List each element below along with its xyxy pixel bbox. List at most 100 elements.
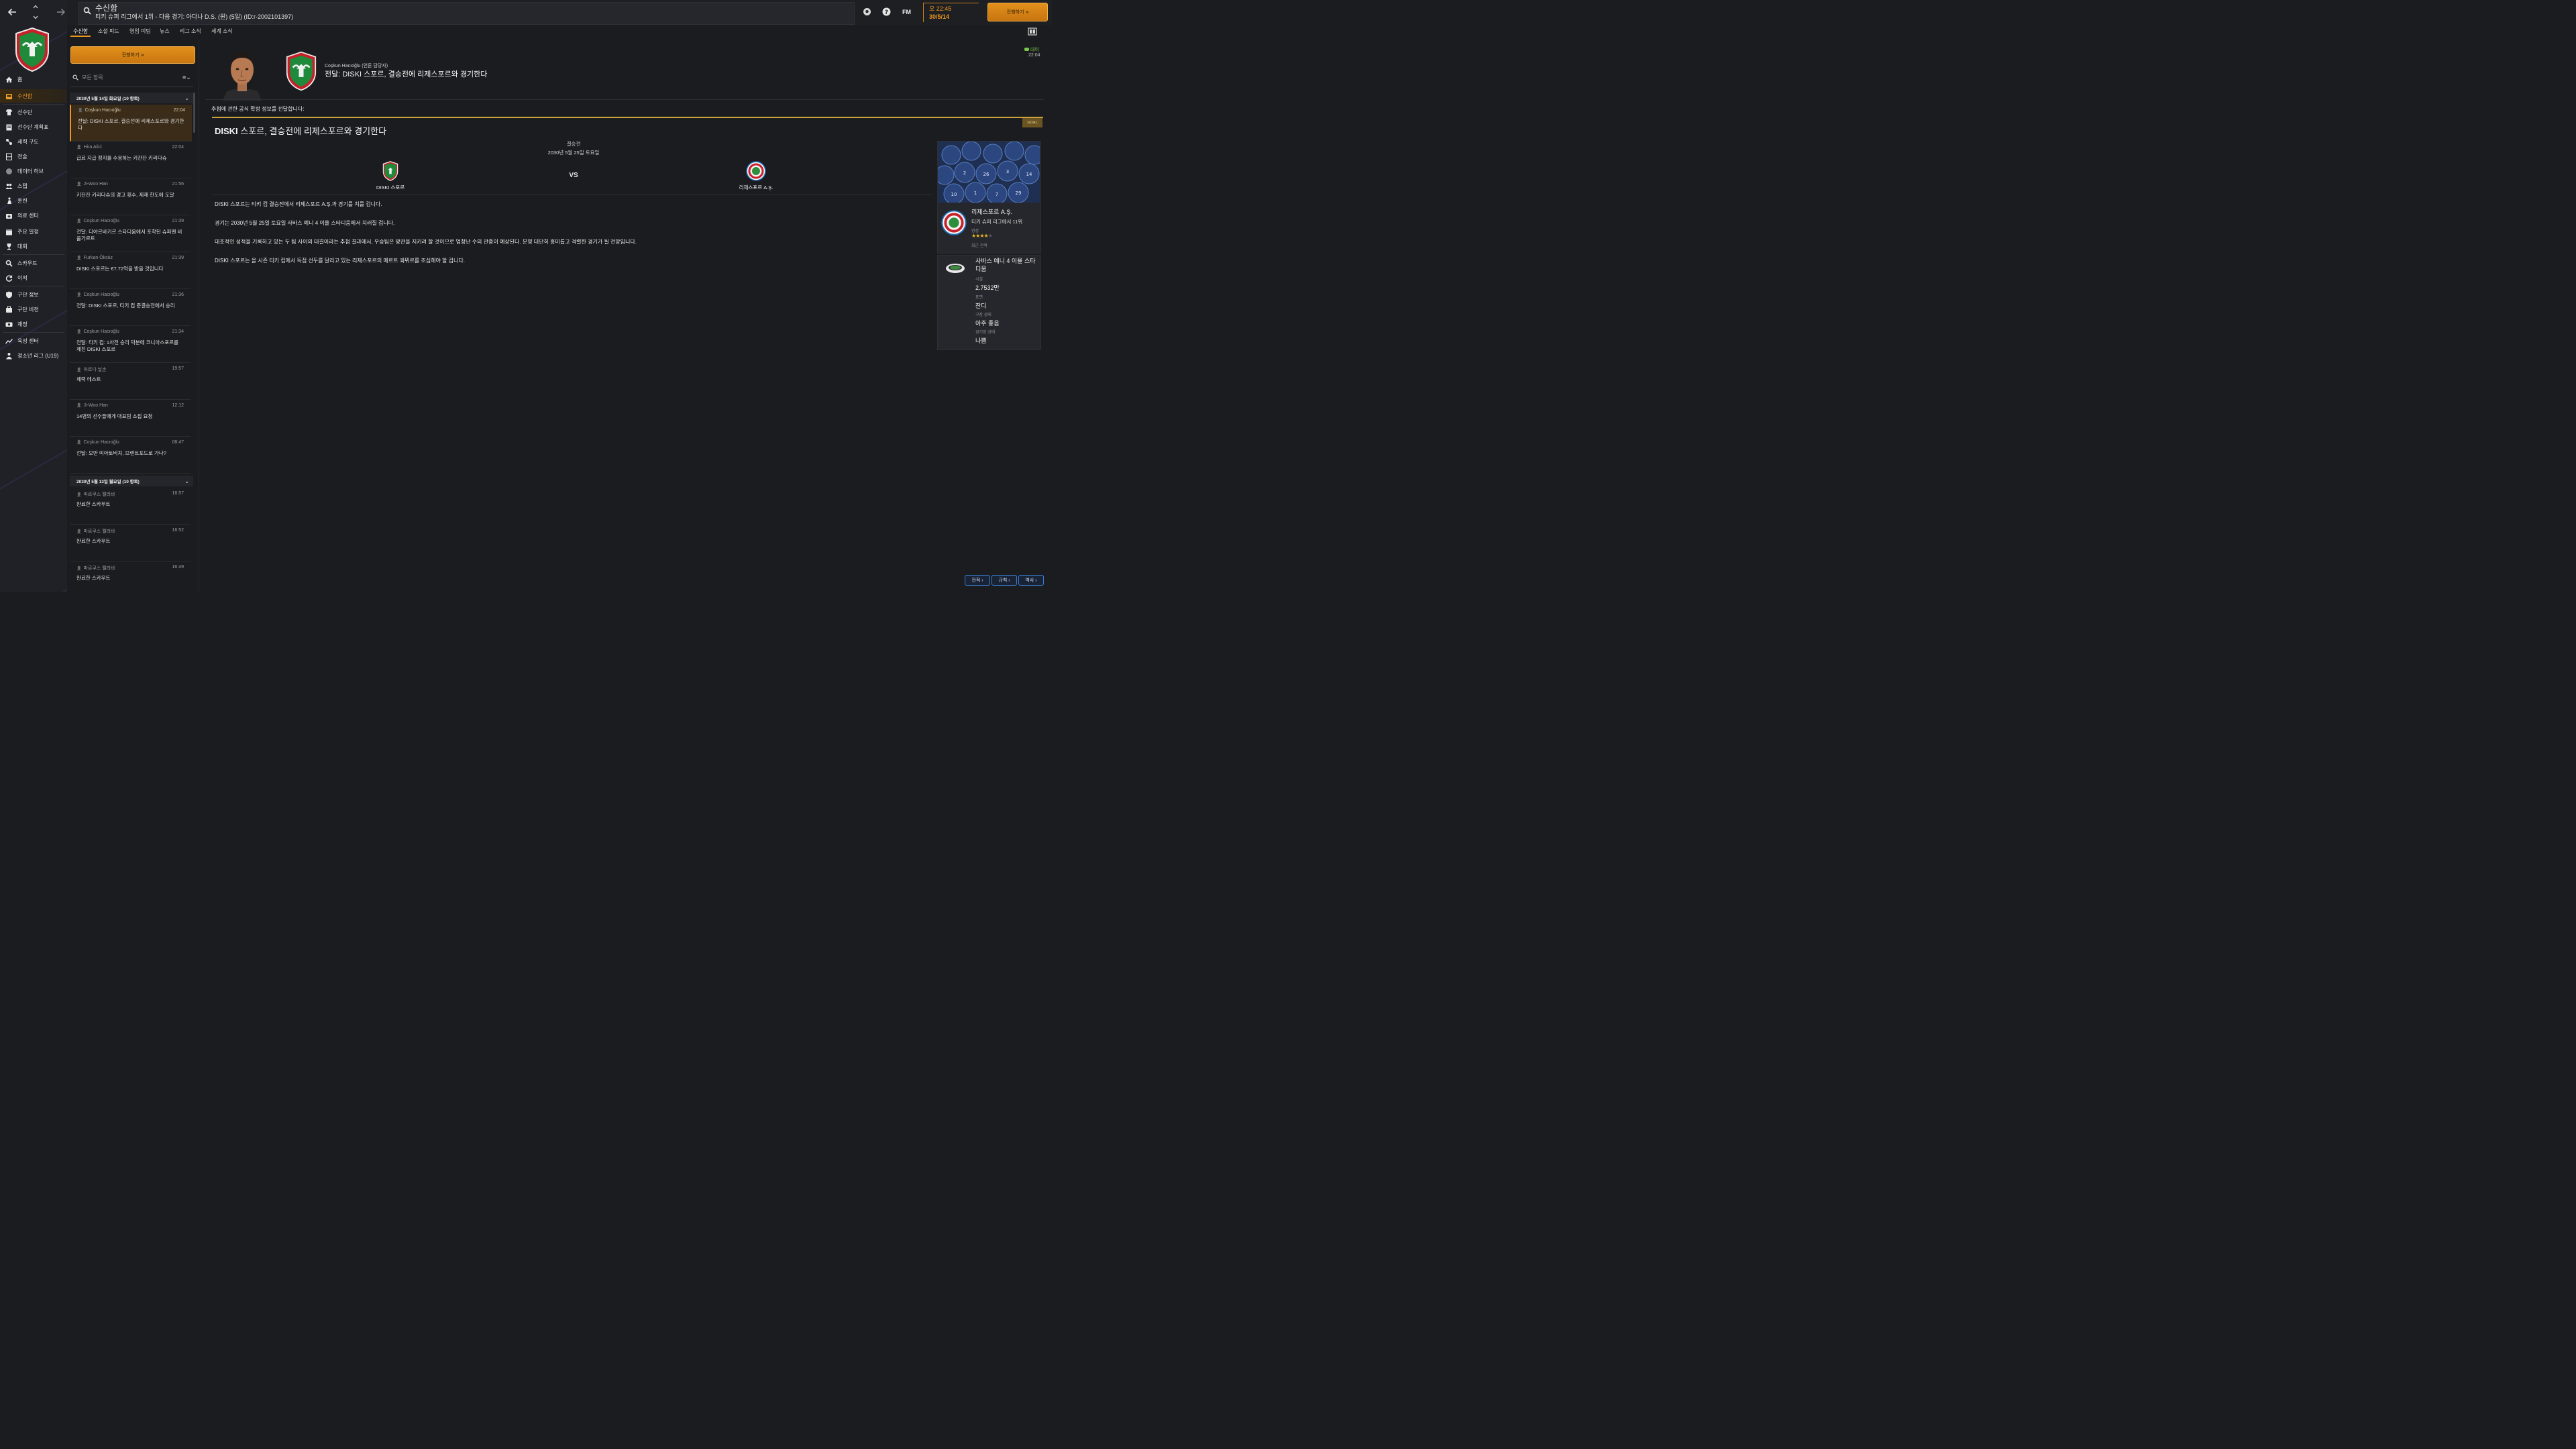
message-subject: 14명의 선수들에게 대표팀 소집 요청 (76, 413, 153, 419)
tab-social-feed[interactable]: 소셜 피드 (98, 28, 119, 35)
game-time: 오 22:45 (929, 5, 952, 12)
sidebar-item-label: 이적 (17, 274, 28, 281)
continue-button[interactable]: 진행하기 » (987, 3, 1048, 21)
message-sender: Coşkun Hacıoğlu (76, 329, 119, 334)
list-item[interactable]: Ji-Woo Han 21:56 키잔잔 키리다슈의 경고 횟수, 제재 한도에… (70, 178, 191, 215)
club-badge-logo[interactable] (286, 50, 317, 93)
sidebar-item-finances[interactable]: 재정 (0, 317, 67, 331)
sidebar-item-data-hub[interactable]: 데이터 허브 (0, 164, 67, 178)
chevron-right-icon: › (1008, 578, 1010, 583)
list-scrollbar[interactable] (193, 93, 195, 133)
finance-icon (5, 320, 13, 328)
sidebar-item-dynamics[interactable]: 세력 구도 (0, 135, 67, 148)
help-icon[interactable]: ? (882, 7, 891, 17)
list-item[interactable]: Coşkun Hacıoğlu 21:36 전달: DISKI 스포르, 티키 … (70, 289, 191, 326)
list-item[interactable]: Ji-Woo Han 12:12 14명의 선수들에게 대표팀 소집 요청 (70, 400, 191, 437)
list-item[interactable]: Hira Alici 22:04 급료 지급 정지를 수용하는 키잔잔 키리다슈 (70, 142, 191, 178)
sidebar-item-tactics[interactable]: 전술 (0, 150, 67, 163)
tab-league-news[interactable]: 리그 소식 (180, 28, 201, 35)
back-arrow-icon[interactable] (7, 7, 17, 19)
message-sender: Ji-Woo Han (76, 182, 107, 186)
svg-text:26: 26 (983, 172, 989, 177)
sidebar-item-squad-planner[interactable]: 선수단 계획표 (0, 120, 67, 133)
star-icon: ★ (987, 233, 993, 239)
opponent-club-logo[interactable] (941, 210, 967, 235)
reply-button[interactable]: 대이 (1024, 46, 1039, 53)
sidebar-item-transfers[interactable]: 이적 (0, 271, 67, 284)
forward-arrow-icon[interactable] (56, 7, 66, 19)
sidebar-item-club-vision[interactable]: 구단 비전 (0, 303, 67, 316)
sidebar-item-scouting[interactable]: 스카우트 (0, 256, 67, 270)
home-team-name[interactable]: DISKI 스포르 (362, 184, 419, 191)
list-item[interactable]: 마르쿠스 펠라바 16:49 완료한 스카우트 (70, 561, 191, 592)
list-item[interactable]: 마르쿠스 펠라바 16:52 완료한 스카우트 (70, 525, 191, 561)
tab-recruitment-meeting[interactable]: 영입 미팅 (129, 28, 151, 35)
away-team-logo[interactable] (746, 161, 766, 181)
filter-input[interactable]: 모든 항목 (82, 74, 103, 81)
message-sender: 마르쿠스 펠라바 (76, 491, 115, 498)
message-time: 12:12 (172, 403, 184, 408)
list-item[interactable]: Furkan Öksüz 21:39 DISKI 스포르는 €7.72억을 받을… (70, 252, 191, 289)
list-item[interactable]: Coşkun Hacıoğlu 08:47 전달: 오반 미아토비치, 브렌트포… (70, 437, 191, 474)
head-to-head-label: 전적 (971, 578, 981, 583)
sidebar-item-inbox[interactable]: 수신함 (0, 89, 67, 103)
list-sort-menu-icon[interactable]: ≡⌄ (182, 74, 191, 81)
group-header-label: 2030년 5월 13일 월요일 (10 항목) (76, 480, 140, 484)
message-time: 21:34 (172, 329, 184, 334)
sidebar-item-label: 육성 센터 (17, 337, 39, 344)
list-item[interactable]: Coşkun Hacıoğlu 21:39 전달: 디야르바키르 스타디움에서 … (70, 215, 191, 252)
message-subject: 전달: 디야르바키르 스타디움에서 포착된 슈퍼팬 비울가르트 (76, 229, 182, 241)
sidebar-item-label: 스텝 (17, 182, 28, 189)
message-subject: DISKI 스포르는 €7.72억을 받을 것입니다 (76, 266, 164, 272)
sidebar-item-schedule[interactable]: 주요 일정 (0, 225, 67, 238)
sender-portrait-avatar[interactable] (221, 47, 263, 101)
list-item[interactable]: Coşkun Hacıoğlu 21:34 전달: 티키 컵: 1차전 승리 덕… (70, 326, 191, 363)
sidebar-item-label: 전술 (17, 153, 28, 160)
dynamics-icon (5, 138, 13, 146)
head-to-head-button[interactable]: 전적 › (965, 575, 990, 586)
stadium-icon (945, 260, 965, 276)
away-team-name[interactable]: 리제스포르 A.Ş. (724, 184, 788, 191)
sidebar-item-club-info[interactable]: 구단 정보 (0, 288, 67, 301)
list-item[interactable]: Coşkun Hacıoğlu 22:04 전달: DISKI 스포르, 결승전… (70, 105, 192, 142)
sidebar-item-squad[interactable]: 선수단 (0, 105, 67, 119)
chevron-up-icon[interactable] (32, 4, 39, 11)
message-sender: Coşkun Hacıoğlu (78, 108, 120, 113)
sidebar-item-label: 훈련 (17, 197, 28, 204)
ball-icon[interactable] (863, 7, 871, 17)
list-continue-button[interactable]: 진행하기 » (70, 46, 195, 64)
chevron-down-icon[interactable] (32, 15, 39, 21)
home-team-logo[interactable] (382, 161, 398, 181)
group-header[interactable]: 2030년 5월 13일 월요일 (10 항목) ⌄ (70, 476, 193, 486)
game-date[interactable]: 30/5/14 (929, 13, 949, 20)
rules-button[interactable]: 규칙 › (991, 575, 1017, 586)
fm-menu-button[interactable]: FM (902, 9, 911, 15)
sidebar-item-home[interactable]: 홈 (0, 72, 67, 86)
message-time: 08:47 (172, 440, 184, 445)
list-item[interactable]: 마르쿠스 펠라바 16:57 완료한 스카우트 (70, 488, 191, 525)
staff-icon (5, 182, 13, 190)
sidebar-item-competitions[interactable]: 대회 (0, 239, 67, 253)
history-button[interactable]: 역사 › (1018, 575, 1044, 586)
sidebar-item-youth-league[interactable]: 청소년 리그 (U19) (0, 349, 67, 362)
layout-toggle-icon[interactable] (1028, 28, 1037, 37)
sidebar-item-development[interactable]: 육성 센터 (0, 334, 67, 347)
body-paragraph: DISKI 스포르는 올 시즌 티키 컵에서 득점 선두를 달리고 있는 리제스… (215, 258, 465, 264)
tab-news[interactable]: 뉴스 (160, 28, 170, 35)
sidebar-item-staff[interactable]: 스텝 (0, 179, 67, 193)
stadium-name[interactable]: 사바스 예니 4 이욜 스타디움 (975, 257, 1037, 273)
message-sender: 마르쿠스 펠라바 (76, 528, 115, 535)
list-item[interactable]: 아르다 날손 19:57 체력 테스트 (70, 363, 191, 400)
club-crest-logo[interactable] (15, 27, 50, 72)
tab-inbox[interactable]: 수신함 (73, 28, 88, 35)
svg-text:7: 7 (996, 192, 998, 197)
tab-world-news[interactable]: 세계 소식 (211, 28, 233, 35)
versus-label: VS (569, 172, 578, 179)
sidebar-item-medical[interactable]: 의료 센터 (0, 209, 67, 222)
trophy-icon (5, 242, 13, 250)
opponent-name[interactable]: 리제스포르 A.Ş. (971, 207, 1012, 216)
gold-line (212, 117, 1043, 118)
group-header[interactable]: 2030년 5월 14일 화요일 (10 항목) ⌄ (70, 93, 193, 103)
sidebar-item-training[interactable]: 훈련 (0, 194, 67, 207)
match-stage: 결승전 (566, 141, 581, 147)
